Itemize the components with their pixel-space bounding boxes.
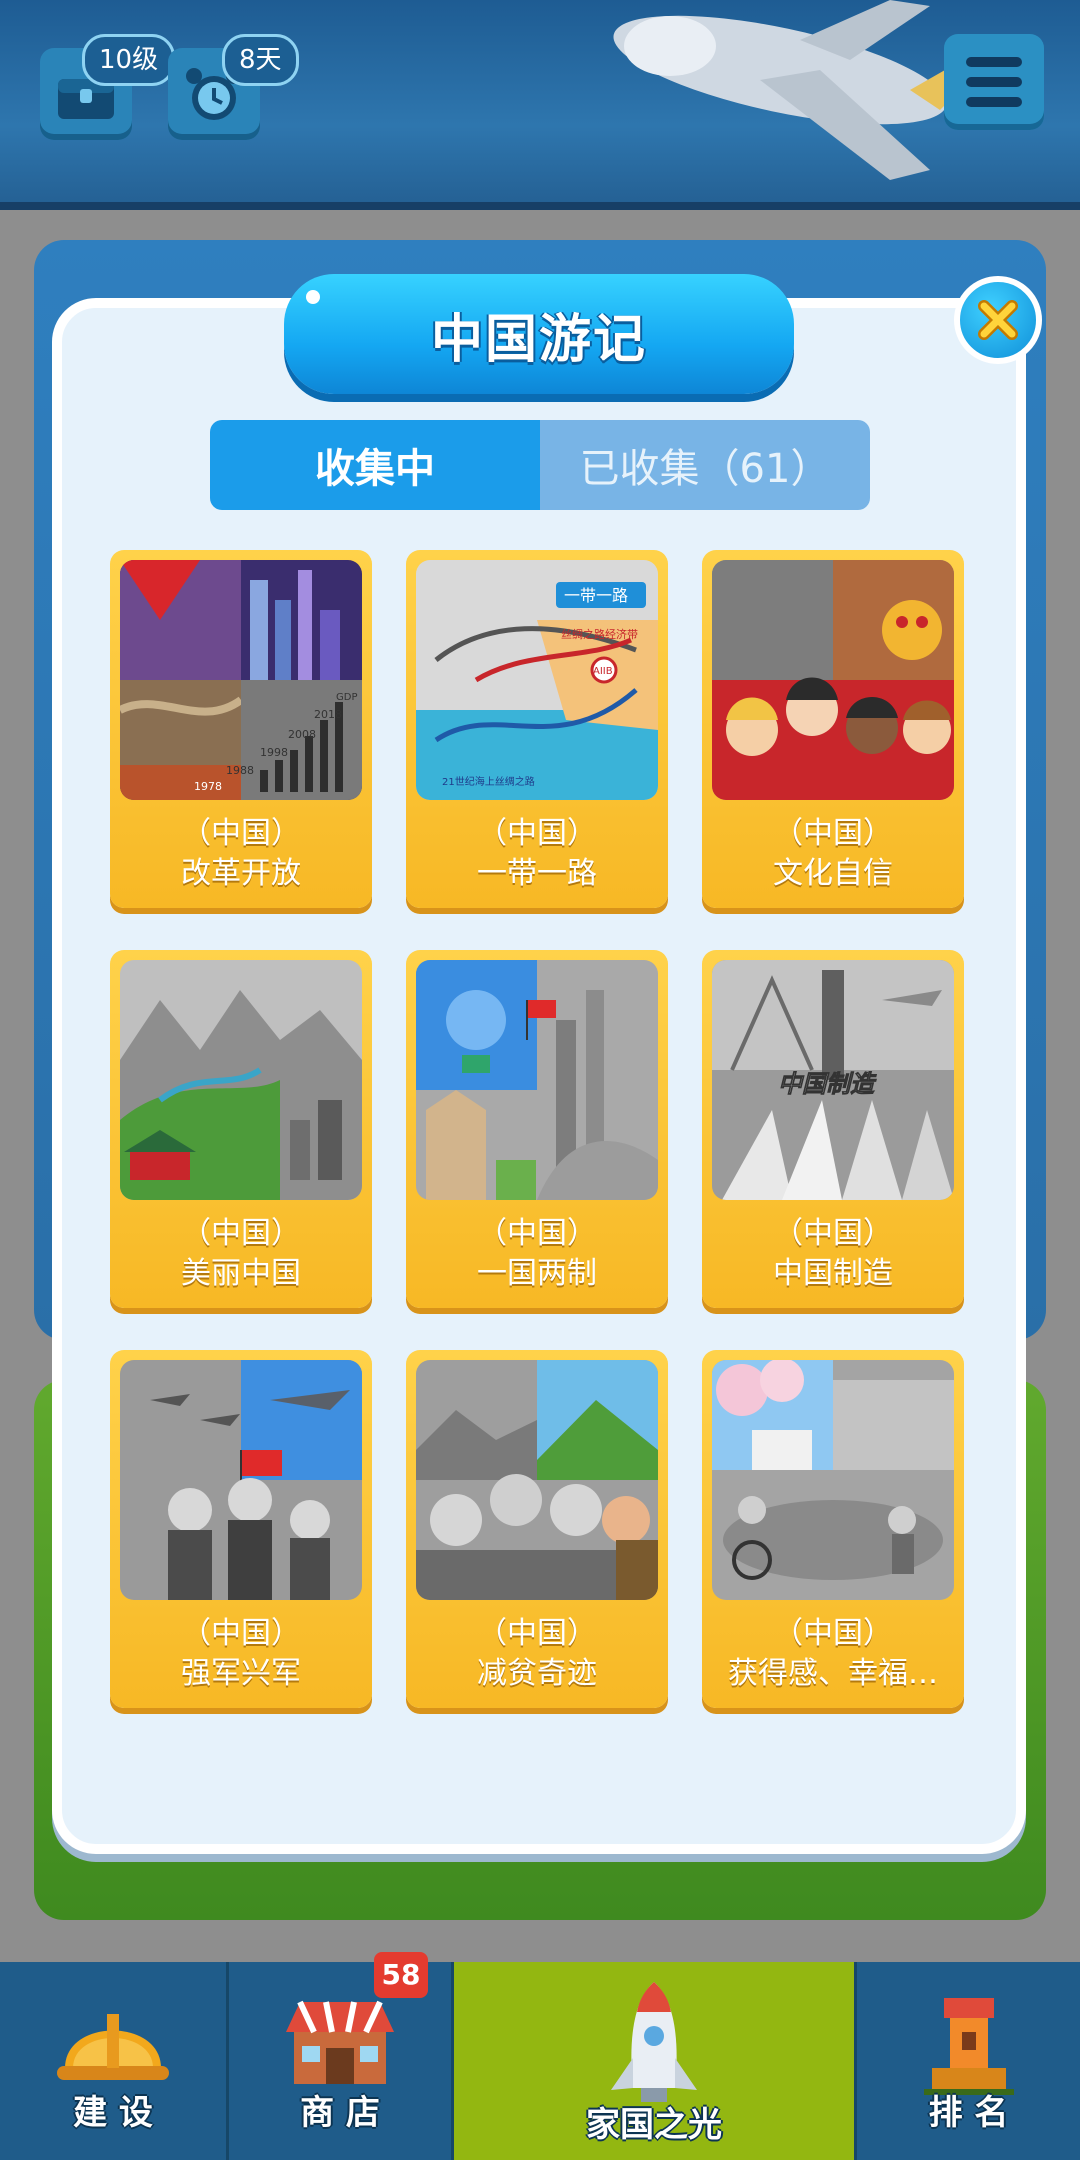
svg-text:1988: 1988 — [226, 764, 254, 777]
collection-card[interactable]: 1978 1988 1998 2008 2018 GDP （中国） 改革开放 — [110, 550, 372, 908]
card-image-poverty-reduction — [416, 1360, 658, 1600]
shop-count-badge: 58 — [374, 1952, 428, 1998]
svg-text:2008: 2008 — [288, 728, 316, 741]
svg-text:2018: 2018 — [314, 708, 342, 721]
card-title: 文化自信 — [773, 856, 893, 891]
card-image-sense-of-gain-happiness — [712, 1360, 954, 1600]
collection-card[interactable]: 一带一路 丝绸之路经济带 AIIB 21世纪海上丝绸之路 （中国） 一带一路 — [406, 550, 668, 908]
nav-build[interactable]: 建 设 — [0, 1962, 226, 2160]
nav-label: 建 设 — [73, 2093, 153, 2133]
rocket-icon — [611, 1982, 697, 2102]
airplane-decoration — [613, 0, 990, 180]
card-title: 强军兴军 — [181, 1656, 301, 1691]
nav-label: 家国之光 — [586, 2105, 722, 2145]
nav-label: 商 店 — [300, 2093, 380, 2133]
collection-card[interactable]: （中国） 减贫奇迹 — [406, 1350, 668, 1708]
card-title: 获得感、幸福… — [728, 1656, 938, 1691]
card-image-strong-military — [120, 1360, 362, 1600]
card-image-made-in-china: 中国制造 — [712, 960, 954, 1200]
svg-text:21世纪海上丝绸之路: 21世纪海上丝绸之路 — [442, 775, 535, 788]
card-tag: （中国） — [181, 1216, 301, 1251]
card-title: 中国制造 — [773, 1256, 893, 1291]
card-tag: （中国） — [181, 1616, 301, 1651]
card-image-belt-and-road: 一带一路 丝绸之路经济带 AIIB 21世纪海上丝绸之路 — [416, 560, 658, 800]
card-tag: （中国） — [477, 816, 597, 851]
card-title: 一国两制 — [477, 1256, 597, 1291]
card-tag: （中国） — [181, 816, 301, 851]
svg-text:AIIB: AIIB — [593, 666, 613, 677]
svg-text:1978: 1978 — [194, 780, 222, 793]
top-bar: 10级 8天 — [0, 0, 1080, 210]
card-title: 改革开放 — [181, 856, 301, 891]
card-tag: （中国） — [477, 1216, 597, 1251]
tab-collected[interactable]: 已收集（61） — [540, 420, 870, 510]
collection-card[interactable]: （中国） 文化自信 — [702, 550, 964, 908]
dialog-title-bar: 中国游记 — [284, 274, 794, 394]
nav-label: 排 名 — [928, 2093, 1009, 2133]
card-tag: （中国） — [773, 1616, 893, 1651]
level-badge: 10级 — [82, 34, 176, 86]
svg-text:丝绸之路经济带: 丝绸之路经济带 — [561, 627, 638, 641]
collection-tabs: 收集中 已收集（61） — [210, 420, 870, 510]
card-image-one-country-two-systems — [416, 960, 658, 1200]
collection-card[interactable]: 中国制造 （中国） 中国制造 — [702, 950, 964, 1308]
card-tag: （中国） — [773, 1216, 893, 1251]
nav-ranking[interactable]: 排 名 — [857, 1962, 1080, 2160]
hamburger-icon — [966, 57, 1022, 67]
nav-home-light[interactable]: 家国之光 — [454, 1962, 854, 2160]
close-button[interactable] — [954, 276, 1042, 364]
card-tag: （中国） — [477, 1616, 597, 1651]
card-title: 美丽中国 — [181, 1256, 301, 1291]
menu-button[interactable] — [944, 34, 1044, 130]
card-title: 一带一路 — [477, 856, 597, 891]
card-title: 减贫奇迹 — [477, 1656, 597, 1691]
shop-icon — [286, 2000, 394, 2084]
svg-text:GDP: GDP — [336, 692, 357, 703]
days-badge: 8天 — [222, 34, 299, 86]
collection-card[interactable]: （中国） 强军兴军 — [110, 1350, 372, 1708]
collection-card[interactable]: （中国） 获得感、幸福… — [702, 1350, 964, 1708]
svg-text:1998: 1998 — [260, 746, 288, 759]
tab-collecting[interactable]: 收集中 — [210, 420, 540, 510]
hard-hat-icon — [57, 2014, 169, 2080]
dialog-title: 中国游记 — [430, 309, 647, 370]
svg-text:一带一路: 一带一路 — [564, 586, 628, 605]
collection-card[interactable]: （中国） 美丽中国 — [110, 950, 372, 1308]
card-tag: （中国） — [773, 816, 893, 851]
close-icon — [978, 300, 1018, 340]
svg-text:中国制造: 中国制造 — [778, 1070, 877, 1098]
card-image-beautiful-china — [120, 960, 362, 1200]
card-image-reform-opening: 1978 1988 1998 2008 2018 GDP — [120, 560, 362, 800]
collection-card[interactable]: （中国） 一国两制 — [406, 950, 668, 1308]
card-image-cultural-confidence — [712, 560, 954, 800]
ranking-tower-icon — [923, 1998, 1014, 2095]
